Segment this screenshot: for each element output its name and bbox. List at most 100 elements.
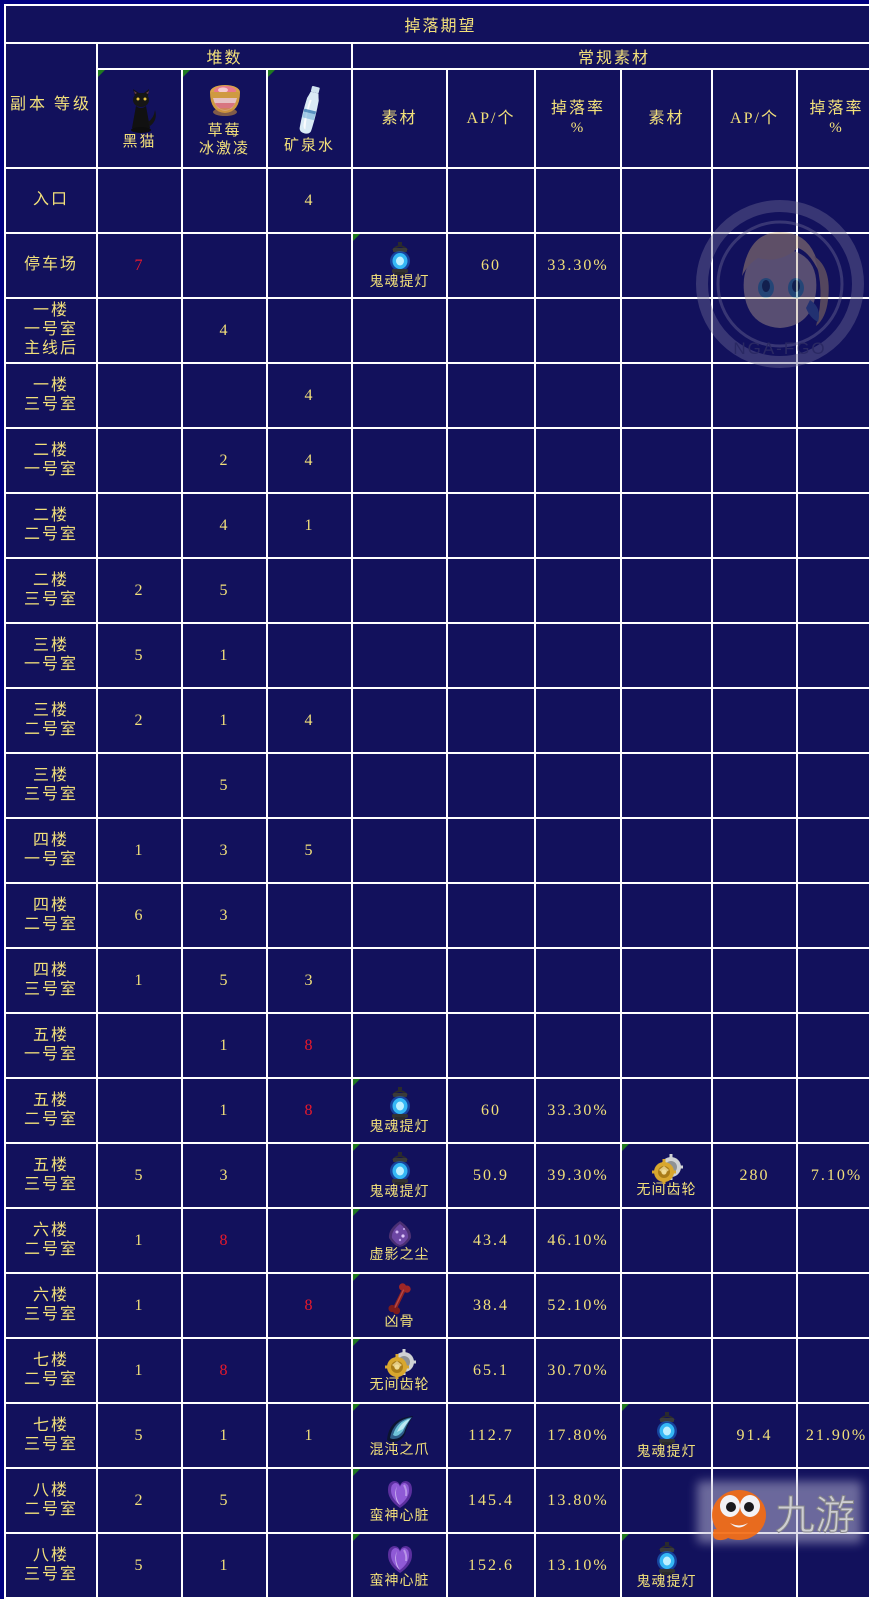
corner-marker-icon: [99, 71, 105, 77]
table-row: 四楼 一号室 1 3 5: [4, 817, 869, 884]
cell-ap-2: 280: [711, 1142, 798, 1209]
cell-material-1: [351, 752, 448, 819]
row-level-line: 二楼: [32, 571, 69, 589]
cell-ap-1: 38.4: [446, 1272, 536, 1339]
cell-mineral-water-count: [266, 622, 353, 689]
table-row: 三楼 一号室 5 1: [4, 622, 869, 689]
cell-drop-rate-1: [534, 817, 622, 884]
header-level-line1: 副本: [9, 96, 48, 114]
mineral-water-icon: [269, 84, 350, 138]
header-rate-2-line1: 掉落率: [809, 100, 864, 118]
cell-ap-2: [711, 622, 798, 689]
cell-material-1: 鬼魂提灯: [351, 1077, 448, 1144]
row-level-line: 七楼: [32, 1351, 69, 1369]
gear-icon: [354, 1348, 445, 1379]
cell-drop-rate-2: [795, 1012, 869, 1079]
cell-black-cat-count: [96, 492, 183, 559]
cell-drop-rate-1: 33.30%: [534, 232, 622, 299]
heart-icon: [354, 1478, 445, 1510]
table-row: 六楼 二号室 1 8 虚影之尘 43.4 46.10%: [4, 1207, 869, 1274]
cell-material-1: 鬼魂提灯: [351, 232, 448, 299]
cell-strawberry-count: 1: [181, 687, 268, 754]
cell-ap-1: [446, 817, 536, 884]
cell-material-1: 无间齿轮: [351, 1337, 448, 1404]
row-level-label: 三楼 三号室: [4, 752, 98, 819]
material-1-label: 鬼魂提灯: [369, 274, 430, 290]
cell-drop-rate-2: [795, 1337, 869, 1404]
table-row: 八楼 三号室 5 1 蛮神心脏 152.6 13.10% 鬼魂提灯: [4, 1532, 869, 1599]
cell-ap-2: [711, 1272, 798, 1339]
cell-ap-1: [446, 622, 536, 689]
cell-material-2: [620, 1077, 713, 1144]
corner-marker-icon: [354, 1535, 360, 1541]
table-row: 四楼 三号室 1 5 3: [4, 947, 869, 1014]
row-level-line: 三号室: [23, 1305, 78, 1323]
lantern-icon: [623, 1411, 710, 1446]
header-mineral-water: 矿泉水: [266, 68, 353, 169]
cell-drop-rate-1: 33.30%: [534, 1077, 622, 1144]
row-level-label: 四楼 一号室: [4, 817, 98, 884]
cell-strawberry-count: 3: [181, 1142, 268, 1209]
row-level-line: 八楼: [32, 1546, 69, 1564]
cell-black-cat-count: 2: [96, 1467, 183, 1534]
cell-strawberry-count: 5: [181, 752, 268, 819]
cell-material-2: 鬼魂提灯: [620, 1532, 713, 1599]
cell-black-cat-count: 1: [96, 817, 183, 884]
cell-ap-1: [446, 1012, 536, 1079]
cell-black-cat-count: [96, 752, 183, 819]
cell-ap-2: [711, 947, 798, 1014]
cell-ap-2: [711, 427, 798, 494]
cell-material-2: [620, 1272, 713, 1339]
row-level-line: 五楼: [32, 1026, 69, 1044]
row-level-line: 三号室: [23, 785, 78, 803]
table-row: 三楼 二号室 2 1 4: [4, 687, 869, 754]
table-row: 五楼 二号室 1 8 鬼魂提灯 60 33.30%: [4, 1077, 869, 1144]
cell-strawberry-count: 1: [181, 1012, 268, 1079]
table-row: 二楼 三号室 2 5: [4, 557, 869, 624]
cell-ap-2: [711, 557, 798, 624]
cell-ap-2: [711, 1207, 798, 1274]
cell-drop-rate-1: 30.70%: [534, 1337, 622, 1404]
cell-material-2: [620, 557, 713, 624]
material-1-label: 无间齿轮: [369, 1377, 430, 1393]
table-row: 八楼 二号室 2 5 蛮神心脏 145.4 13.80%: [4, 1467, 869, 1534]
cell-material-2: [620, 1207, 713, 1274]
cell-material-2: [620, 297, 713, 364]
cell-material-1: 凶骨: [351, 1272, 448, 1339]
corner-marker-icon: [354, 1080, 360, 1086]
cell-material-1: [351, 492, 448, 559]
cell-mineral-water-count: [266, 1142, 353, 1209]
material-1-label: 蛮神心脏: [369, 1573, 430, 1589]
cell-ap-1: 50.9: [446, 1142, 536, 1209]
cell-material-2: 无间齿轮: [620, 1142, 713, 1209]
gear-icon: [623, 1153, 710, 1184]
cell-black-cat-count: 1: [96, 947, 183, 1014]
material-1-label: 鬼魂提灯: [369, 1119, 430, 1135]
cell-ap-2: [711, 362, 798, 429]
header-strawberry-label-1: 草莓: [207, 123, 242, 140]
cell-strawberry-count: 1: [181, 622, 268, 689]
cell-ap-2: [711, 687, 798, 754]
corner-marker-icon: [354, 1470, 360, 1476]
row-level-line: 一号室: [23, 850, 78, 868]
cell-drop-rate-1: [534, 167, 622, 234]
cell-strawberry-count: 5: [181, 557, 268, 624]
row-level-line: 主线后: [23, 339, 78, 357]
row-level-line: 六楼: [32, 1221, 69, 1239]
row-level-line: 一号室: [23, 321, 78, 339]
corner-marker-icon: [623, 1145, 629, 1151]
column-header-row: 黑猫 草莓 冰激凌 矿泉水 素材 AP/个 掉落率 % 素材 AP/个 掉落率 …: [5, 68, 869, 169]
cell-drop-rate-2: 21.90%: [795, 1402, 869, 1469]
row-level-line: 三号室: [23, 1565, 78, 1583]
cell-mineral-water-count: 4: [266, 362, 353, 429]
lantern-icon: [354, 1086, 445, 1121]
header-black-cat-label: 黑猫: [122, 133, 157, 150]
row-level-label: 五楼 二号室: [4, 1077, 98, 1144]
cell-material-2: [620, 232, 713, 299]
row-level-line: 四楼: [32, 831, 69, 849]
cell-black-cat-count: 2: [96, 557, 183, 624]
cell-mineral-water-count: 8: [266, 1272, 353, 1339]
row-level-line: 三号室: [23, 1175, 78, 1193]
table-row: 四楼 二号室 6 3: [4, 882, 869, 949]
cell-ap-1: 60: [446, 232, 536, 299]
